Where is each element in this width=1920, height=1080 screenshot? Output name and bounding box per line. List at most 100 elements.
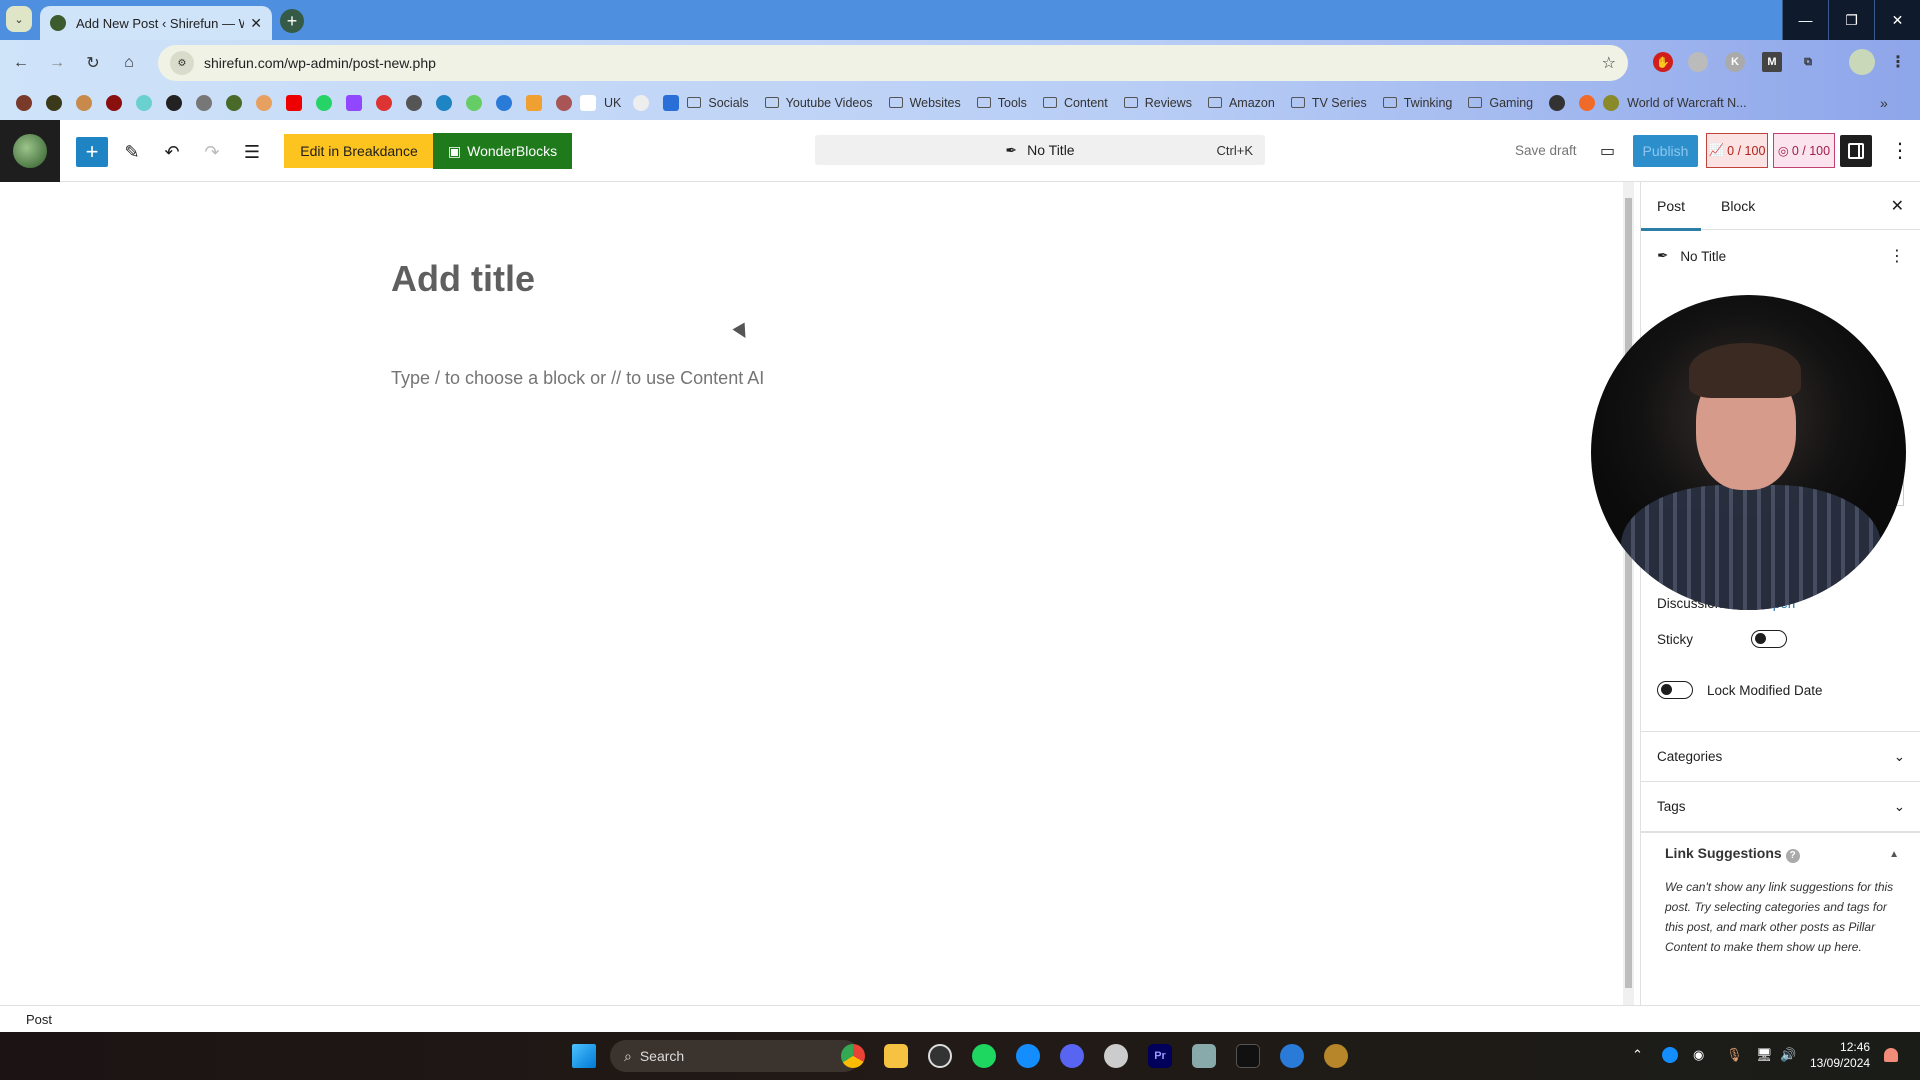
bookmark-favicon-icon[interactable] — [466, 94, 482, 111]
command-palette-button[interactable]: ✒ No Title Ctrl+K — [815, 135, 1265, 165]
spotify-icon[interactable] — [972, 1044, 996, 1068]
home-button[interactable]: ⌂ — [116, 50, 142, 76]
tray-overflow-icon[interactable]: ⌃ — [1632, 1047, 1643, 1063]
link-suggestions-header[interactable]: Link Suggestions? ▲ — [1641, 833, 1920, 863]
sticky-toggle[interactable] — [1751, 630, 1787, 648]
edit-in-breakdance-button[interactable]: Edit in Breakdance — [284, 134, 434, 168]
address-bar[interactable]: ⚙ shirefun.com/wp-admin/post-new.php ☆ — [158, 45, 1628, 81]
settings-sidebar-toggle[interactable] — [1840, 135, 1872, 167]
lock-modified-toggle[interactable] — [1657, 681, 1693, 699]
help-icon[interactable]: ? — [1785, 849, 1800, 863]
tags-panel[interactable]: Tags ⌄ — [1641, 781, 1920, 831]
chatgpt-icon[interactable] — [633, 94, 650, 111]
bookmark-folder-youtube-videos[interactable]: Youtube Videos — [764, 96, 873, 110]
reload-button[interactable]: ↻ — [80, 50, 106, 76]
discord-icon[interactable] — [1060, 1044, 1084, 1068]
google-docs-icon[interactable] — [663, 94, 680, 111]
back-button[interactable]: ← — [8, 50, 34, 76]
extensions-puzzle-icon[interactable]: ⧉ — [1798, 52, 1818, 72]
taskbar-search[interactable]: ⌕ Search — [610, 1040, 860, 1072]
notification-bell-icon[interactable] — [1884, 1048, 1898, 1062]
extension-icon[interactable] — [1688, 52, 1708, 72]
bookmark-favicon-icon[interactable] — [106, 94, 122, 111]
bookmark-favicon-icon[interactable] — [226, 94, 242, 111]
post-title-input[interactable]: Add title — [391, 258, 535, 300]
new-tab-button[interactable]: + — [280, 9, 304, 33]
site-logo-button[interactable] — [0, 120, 60, 182]
editor-canvas[interactable] — [0, 182, 1623, 1005]
publish-button[interactable]: Publish — [1633, 135, 1698, 167]
close-window-button[interactable]: ✕ — [1874, 0, 1920, 40]
bookmark-favicon-icon[interactable] — [256, 94, 272, 111]
chrome-icon[interactable] — [841, 1044, 865, 1068]
tab-search-button[interactable]: ⌄ — [6, 6, 32, 32]
tools-pen-icon[interactable]: ✎ — [118, 137, 146, 167]
bookmark-folder-content[interactable]: Content — [1042, 96, 1108, 110]
bookmark-favicon-icon[interactable] — [436, 94, 452, 111]
post-actions-icon[interactable]: ⋮ — [1889, 246, 1905, 266]
microphone-icon[interactable]: 🎙 — [1726, 1047, 1743, 1063]
calculator-icon[interactable] — [1192, 1044, 1216, 1068]
more-bookmarks-button[interactable]: » — [1880, 95, 1888, 111]
adblock-extension-icon[interactable]: ✋ — [1653, 52, 1673, 72]
wow-launcher-icon[interactable] — [1324, 1044, 1348, 1068]
block-inserter-button[interactable]: + — [76, 137, 108, 167]
tray-battlenet-icon[interactable] — [1662, 1047, 1678, 1063]
breadcrumb-post[interactable]: Post — [26, 1012, 52, 1027]
categories-panel[interactable]: Categories ⌄ — [1641, 731, 1920, 781]
bookmark-favicon-icon[interactable] — [1579, 94, 1596, 111]
bookmark-favicon-icon[interactable] — [46, 94, 62, 111]
bookmark-folder-tools[interactable]: Tools — [976, 96, 1027, 110]
bookmark-folder-websites[interactable]: Websites — [888, 96, 961, 110]
redo-icon[interactable]: ↷ — [198, 137, 226, 167]
tray-obs-icon[interactable]: ◉ — [1693, 1047, 1704, 1063]
m-extension-icon[interactable]: M — [1762, 52, 1782, 72]
k-extension-icon[interactable]: K — [1725, 52, 1745, 72]
twitch-icon[interactable] — [346, 94, 362, 111]
taskbar-clock[interactable]: 12:46 13/09/2024 — [1810, 1039, 1870, 1071]
bookmark-favicon-icon[interactable] — [556, 94, 572, 111]
block-appender[interactable]: Type / to choose a block or // to use Co… — [391, 368, 764, 389]
bookmark-world-of-warcraft[interactable]: World of Warcraft N... — [1603, 94, 1747, 111]
options-menu-icon[interactable]: ⋮ — [1890, 138, 1910, 163]
bookmark-favicon-icon[interactable] — [76, 94, 92, 111]
network-icon[interactable]: 🖥 — [1756, 1047, 1773, 1063]
whatsapp-icon[interactable] — [316, 94, 332, 111]
volume-icon[interactable]: 🔊 — [1780, 1047, 1796, 1063]
restore-button[interactable]: ❐ — [1828, 0, 1874, 40]
tab-post[interactable]: Post — [1640, 182, 1702, 231]
seo-score-button[interactable]: 📈 0 / 100 — [1706, 133, 1768, 168]
site-info-icon[interactable]: ⚙ — [170, 51, 194, 75]
minimize-button[interactable]: — — [1782, 0, 1828, 40]
file-explorer-icon[interactable] — [884, 1044, 908, 1068]
app-icon[interactable] — [1236, 1044, 1260, 1068]
gmail-icon[interactable] — [376, 94, 392, 111]
bookmark-favicon-icon[interactable] — [16, 94, 32, 111]
preview-laptop-icon[interactable]: ▭ — [1600, 141, 1615, 161]
close-sidebar-icon[interactable]: ✕ — [1891, 196, 1904, 216]
battlenet-icon[interactable] — [1016, 1044, 1040, 1068]
bookmark-favicon-icon[interactable] — [136, 94, 152, 111]
bookmark-star-icon[interactable]: ☆ — [1602, 53, 1616, 73]
settings-gear-icon[interactable] — [1104, 1044, 1128, 1068]
globe-icon[interactable] — [1549, 94, 1566, 111]
windows-start-icon[interactable] — [572, 1044, 596, 1068]
bookmark-folder-amazon[interactable]: Amazon — [1207, 96, 1275, 110]
bookmark-favicon-icon[interactable] — [196, 94, 212, 111]
youtube-icon[interactable] — [286, 94, 302, 111]
bookmark-folder-socials[interactable]: Socials — [687, 96, 749, 110]
bookmark-favicon-icon[interactable] — [406, 94, 422, 111]
content-score-button[interactable]: ◎ 0 / 100 — [1773, 133, 1835, 168]
browser-tab-active[interactable]: Add New Post ‹ Shirefun — Wo ✕ — [40, 6, 272, 40]
browser-menu-icon[interactable]: ⋮ — [1888, 52, 1908, 72]
obs-icon[interactable] — [928, 1044, 952, 1068]
save-draft-button[interactable]: Save draft — [1515, 143, 1577, 158]
close-tab-icon[interactable]: ✕ — [250, 15, 262, 32]
profile-avatar[interactable] — [1849, 49, 1875, 75]
collapse-arrow-icon[interactable]: ▲ — [1889, 849, 1899, 860]
bookmark-uk[interactable]: UK — [580, 94, 621, 111]
bookmark-folder-reviews[interactable]: Reviews — [1123, 96, 1192, 110]
document-overview-icon[interactable]: ☰ — [238, 137, 266, 167]
bookmark-favicon-icon[interactable] — [166, 94, 182, 111]
bookmark-folder-twinking[interactable]: Twinking — [1382, 96, 1452, 110]
